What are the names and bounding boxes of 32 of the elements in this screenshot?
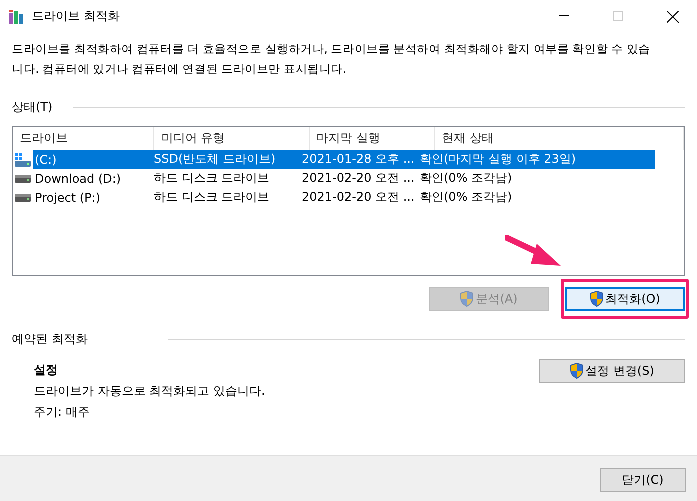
window-title: 드라이브 최적화 <box>32 8 120 25</box>
shield-icon <box>460 291 474 307</box>
table-cell-text: 확인(0% 조각남) <box>419 189 514 206</box>
table-cell-text: 하드 디스크 드라이브 <box>153 170 271 187</box>
settings-heading: 설정 <box>34 362 59 378</box>
table-cell-text: Project (P:) <box>34 190 102 206</box>
section-label: 상태(T) <box>12 99 53 116</box>
app-icon <box>8 8 24 24</box>
table-cell: SSD(반도체 드라이브) <box>147 150 295 169</box>
optimize-button[interactable]: 최적화(O) <box>565 287 685 311</box>
table-cell: 확인(마지막 실행 이후 23일) <box>413 150 655 169</box>
table-cell-text: 2021-02-20 오전 ... <box>301 189 413 206</box>
settings-text: 주기: 매주 <box>34 404 91 421</box>
drive-row[interactable]: Project (P:) 하드 디스크 드라이브 2021-02-20 오전 ... 확인(0% 조각남) <box>13 188 655 207</box>
table-cell-text: 2021-02-20 오전 ... <box>301 170 413 187</box>
table-cell-text: Download (D:) <box>34 170 122 188</box>
shield-icon <box>570 363 584 379</box>
description-text: 드라이브를 최적화하여 컴퓨터를 더 효율적으로 실행하거나, 드라이브를 분석하여 최적화해야 할지 여부를 확인할 수 있습니다. 컴퓨터에 있거나 컴퓨터에 연결된 드라이브만 표시됩니다. <box>12 41 652 78</box>
table-cell-text: 하드 디스크 드라이브 <box>153 189 271 206</box>
settings-text: 드라이브가 자동으로 최적화되고 있습니다. <box>34 383 266 400</box>
section-label: 예약된 최적화 <box>12 331 88 348</box>
ssd-drive-icon <box>15 152 31 166</box>
table-cell-text: 확인(0% 조각남) <box>419 170 514 187</box>
change-settings-button[interactable]: 설정 변경(S) <box>539 359 685 383</box>
hard-drive-icon <box>15 194 31 202</box>
drive-row[interactable]: Download (D:) 하드 디스크 드라이브 2021-02-20 오전 ... 확인(0% 조각남) <box>13 169 655 188</box>
hard-drive-icon <box>15 174 31 182</box>
shield-icon <box>590 291 604 307</box>
table-cell: (C:) <box>33 150 147 169</box>
arrow-annotation <box>505 235 561 266</box>
close-button[interactable]: 닫기(C) <box>600 468 686 492</box>
close-icon[interactable] <box>667 10 679 22</box>
